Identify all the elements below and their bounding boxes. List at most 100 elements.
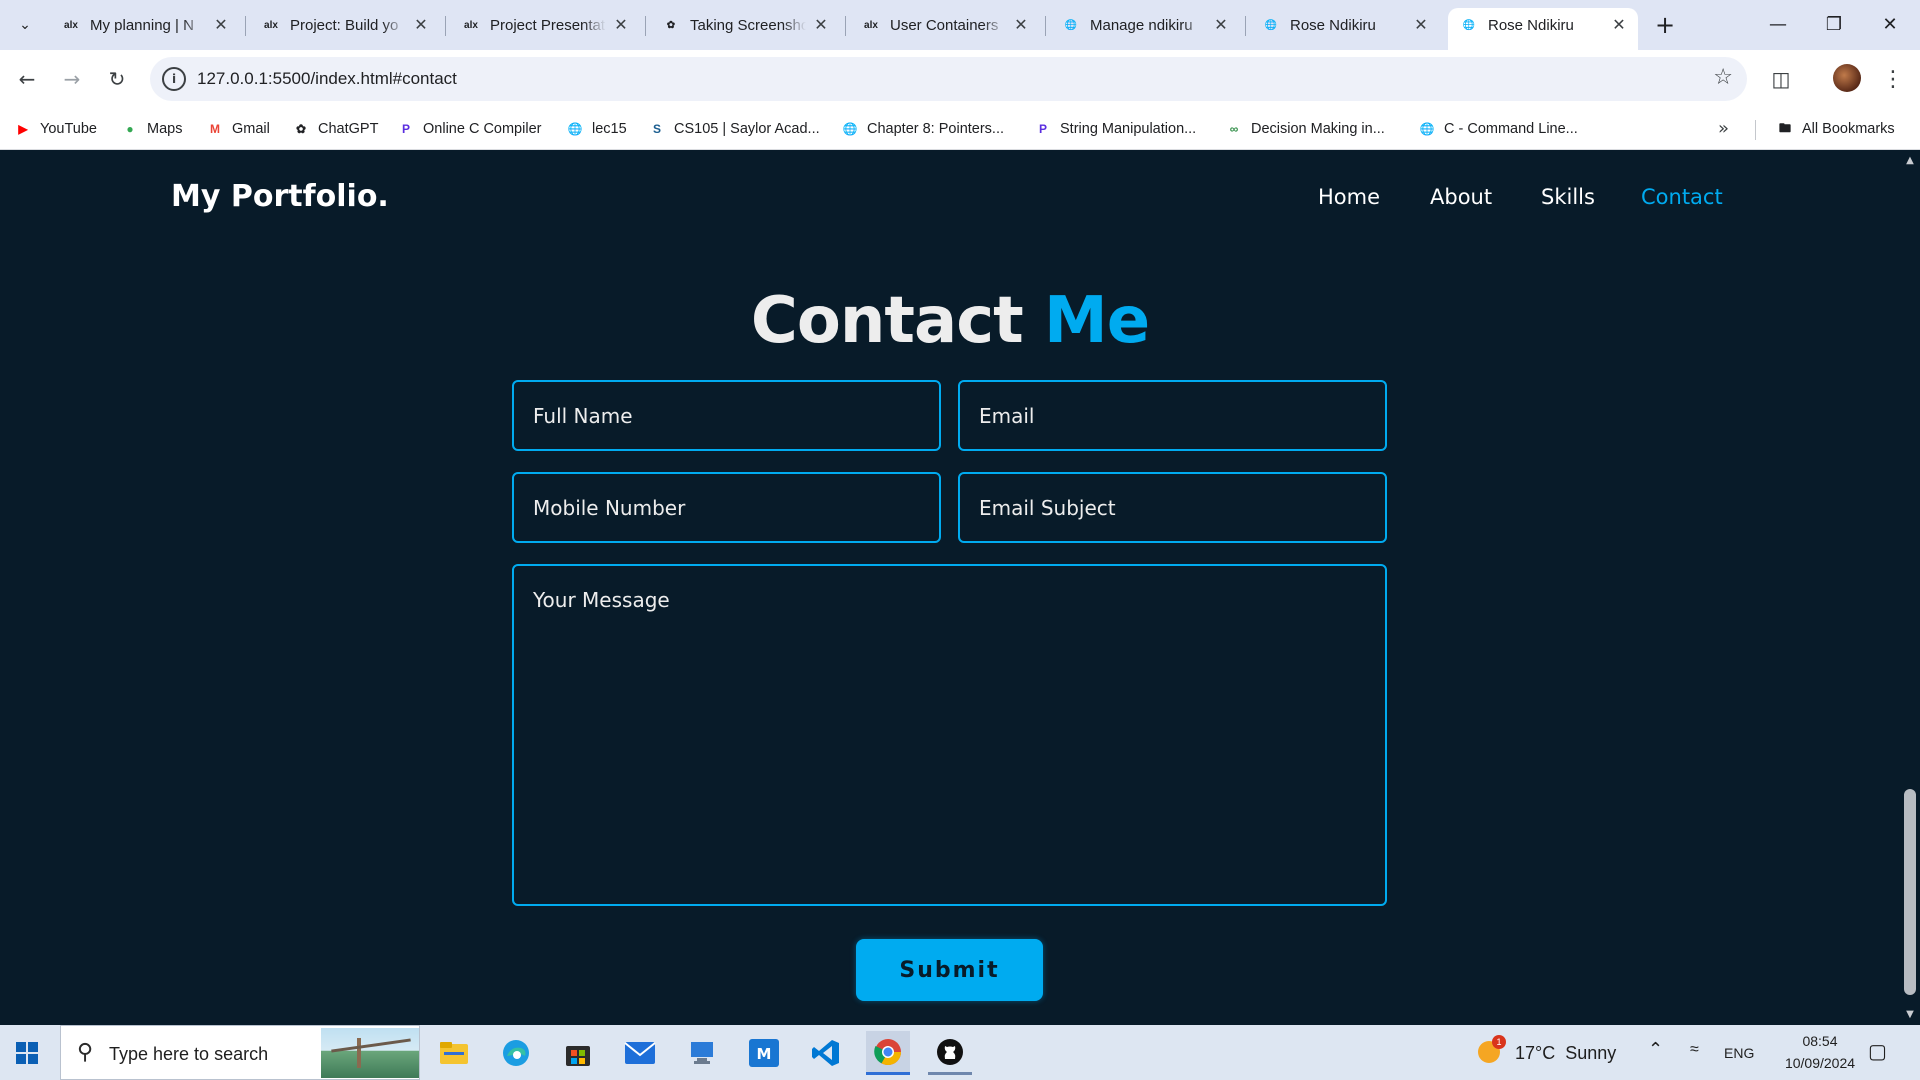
folder-icon: 🖿 — [1778, 120, 1791, 135]
tab-search-button[interactable]: ⌄ — [10, 10, 40, 40]
forward-button[interactable]: → — [55, 62, 89, 96]
tab-manage-ndikiru[interactable]: 🌐 Manage ndikiru ✕ — [1050, 8, 1240, 42]
bookmark-chatgpt[interactable]: ✿ ChatGPT — [292, 118, 378, 140]
restore-button[interactable]: ❐ — [1806, 0, 1862, 48]
bookmark-star-icon[interactable]: ☆ — [1713, 65, 1733, 90]
tab-title: Project: Build yo — [290, 16, 399, 34]
new-tab-button[interactable]: + — [1650, 10, 1680, 40]
globe-icon: 🌐 — [1264, 19, 1278, 31]
extensions-button[interactable]: ◫ — [1764, 62, 1798, 96]
mail-icon[interactable] — [618, 1031, 662, 1075]
bookmark-online-c-compiler[interactable]: P Online C Compiler — [397, 118, 541, 140]
bookmark-youtube[interactable]: ▶ YouTube — [14, 118, 97, 140]
globe-icon: 🌐 — [1064, 19, 1078, 31]
tab-title: Manage ndikiru — [1090, 16, 1193, 34]
chevron-up-icon[interactable]: ⌃ — [1648, 1039, 1663, 1060]
full-name-input[interactable]: Full Name — [512, 380, 941, 451]
mobile-placeholder: Mobile Number — [533, 495, 686, 520]
bookmark-gmail[interactable]: M Gmail — [206, 118, 270, 140]
profile-avatar[interactable] — [1833, 64, 1861, 92]
store-icon[interactable] — [556, 1031, 600, 1075]
back-button[interactable]: ← — [10, 62, 44, 96]
tab-title: Project Presentat — [490, 16, 606, 34]
close-icon[interactable]: ✕ — [1212, 16, 1230, 34]
maps-icon: ● — [126, 122, 134, 136]
scroll-thumb[interactable] — [1904, 789, 1916, 995]
tab-divider — [245, 16, 246, 36]
bookmark-string-manipulation[interactable]: P String Manipulation... — [1034, 118, 1196, 140]
close-icon[interactable]: ✕ — [612, 16, 630, 34]
bookmark-label: C - Command Line... — [1444, 121, 1578, 137]
notifications-icon[interactable]: ▢ — [1868, 1039, 1887, 1064]
arrow-right-icon: → — [63, 67, 81, 91]
bookmark-maps[interactable]: ● Maps — [121, 118, 182, 140]
youtube-icon: ▶ — [18, 122, 28, 136]
address-bar[interactable]: i 127.0.0.1:5500/index.html#contact ☆ — [150, 57, 1747, 101]
tab-divider — [1045, 16, 1046, 36]
language-indicator[interactable]: ENG — [1724, 1045, 1754, 1061]
windows-taskbar: ⚲ Type here to search M 1 17°C Sunny ⌃ ≈… — [0, 1025, 1920, 1080]
close-icon[interactable]: ✕ — [1012, 16, 1030, 34]
mobile-number-input[interactable]: Mobile Number — [512, 472, 941, 543]
scroll-down-arrow-icon[interactable]: ▼ — [1904, 1009, 1916, 1021]
weather-alert-badge: 1 — [1492, 1035, 1506, 1049]
file-explorer-icon[interactable] — [432, 1031, 476, 1075]
nav-contact[interactable]: Contact — [1641, 185, 1723, 209]
tab-rose-ndikiru-active[interactable]: 🌐 Rose Ndikiru ✕ — [1448, 8, 1638, 50]
page-scrollbar[interactable]: ▲ ▼ — [1900, 151, 1920, 1025]
url-text[interactable]: 127.0.0.1:5500/index.html#contact — [197, 69, 457, 89]
bookmark-chapter-8[interactable]: 🌐 Chapter 8: Pointers... — [841, 118, 1005, 140]
minimize-button[interactable]: — — [1750, 0, 1806, 48]
close-icon[interactable]: ✕ — [1412, 16, 1430, 34]
close-icon[interactable]: ✕ — [212, 16, 230, 34]
scroll-up-arrow-icon[interactable]: ▲ — [1904, 155, 1916, 167]
bookmark-cs105[interactable]: S CS105 | Saylor Acad... — [648, 118, 820, 140]
email-input[interactable]: Email — [958, 380, 1387, 451]
tab-divider — [445, 16, 446, 36]
bookmark-lec15[interactable]: 🌐 lec15 — [566, 118, 627, 140]
tab-user-containers[interactable]: alx User Containers ✕ — [850, 8, 1040, 42]
bookmark-label: String Manipulation... — [1060, 121, 1197, 137]
message-textarea[interactable]: Your Message — [512, 564, 1387, 906]
close-icon[interactable]: ✕ — [812, 16, 830, 34]
taskbar-search-box[interactable]: ⚲ Type here to search — [60, 1025, 420, 1080]
reload-button[interactable]: ↻ — [100, 62, 134, 96]
bookmark-command-line[interactable]: 🌐 C - Command Line... — [1418, 118, 1578, 140]
vscode-icon[interactable] — [804, 1031, 848, 1075]
nav-about[interactable]: About — [1430, 185, 1492, 209]
close-window-button[interactable]: ✕ — [1862, 0, 1918, 48]
github-desktop-icon[interactable] — [928, 1031, 972, 1075]
site-logo[interactable]: My Portfolio. — [171, 179, 389, 214]
tab-my-planning[interactable]: alx My planning | N ✕ — [50, 8, 240, 42]
close-icon[interactable]: ✕ — [1610, 16, 1628, 34]
clock-time[interactable]: 08:54 — [1790, 1033, 1850, 1049]
alx-icon: alx — [64, 19, 78, 31]
site-info-icon[interactable]: i — [162, 67, 186, 91]
email-subject-input[interactable]: Email Subject — [958, 472, 1387, 543]
bookmark-decision-making[interactable]: ∞ Decision Making in... — [1225, 118, 1385, 140]
mendeley-icon[interactable]: M — [742, 1031, 786, 1075]
tab-taking-screenshot[interactable]: ✿ Taking Screensho ✕ — [650, 8, 840, 42]
close-icon[interactable]: ✕ — [412, 16, 430, 34]
tab-title: Rose Ndikiru — [1290, 16, 1376, 34]
tab-project-presentation[interactable]: alx Project Presentat ✕ — [450, 8, 640, 42]
bookmark-label: Online C Compiler — [423, 121, 542, 137]
bookmark-label: Chapter 8: Pointers... — [867, 121, 1005, 137]
clock-date[interactable]: 10/09/2024 — [1768, 1055, 1872, 1071]
chrome-icon[interactable] — [866, 1031, 910, 1075]
more-bookmarks-chevron-icon[interactable]: » — [1718, 118, 1729, 139]
wifi-icon[interactable]: ≈ — [1690, 1041, 1699, 1059]
remote-desktop-icon[interactable] — [680, 1031, 724, 1075]
tab-rose-ndikiru[interactable]: 🌐 Rose Ndikiru ✕ — [1250, 8, 1440, 42]
tab-project-build[interactable]: alx Project: Build yo ✕ — [250, 8, 440, 42]
menu-button[interactable]: ⋮ — [1876, 62, 1910, 96]
start-button[interactable] — [16, 1042, 38, 1064]
nav-home[interactable]: Home — [1318, 185, 1380, 209]
chatgpt-icon: ✿ — [666, 19, 676, 31]
all-bookmarks-button[interactable]: 🖿 All Bookmarks — [1776, 118, 1895, 140]
heading-main-text: Contact — [750, 284, 1024, 358]
tab-title: My planning | N — [90, 16, 194, 34]
edge-icon[interactable] — [494, 1031, 538, 1075]
submit-button[interactable]: Submit — [856, 939, 1043, 1001]
nav-skills[interactable]: Skills — [1541, 185, 1595, 209]
